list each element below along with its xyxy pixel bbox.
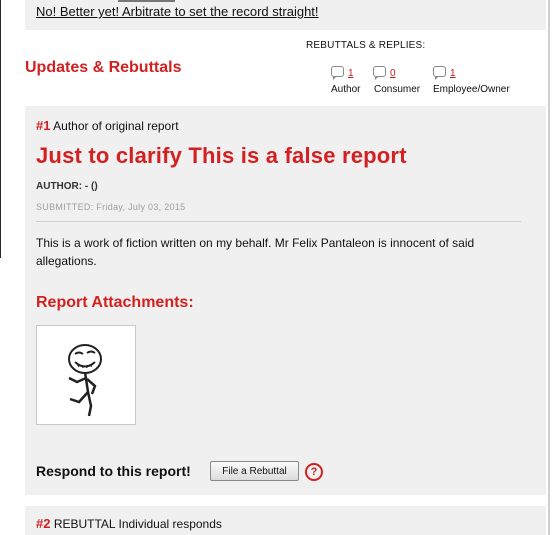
- next-report-number: #2: [36, 516, 51, 531]
- report-body: This is a work of fiction written on my …: [36, 236, 475, 268]
- speech-bubble-icon: [433, 66, 446, 80]
- consumer-count-label: Consumer: [374, 84, 421, 95]
- left-border: [0, 0, 1, 258]
- report-panel: #1 Author of original report Just to cla…: [25, 106, 546, 495]
- author-count-label: Author: [331, 84, 361, 95]
- arbitrate-panel: No! Better yet! Arbitrate to set the rec…: [25, 0, 546, 30]
- author-count-link[interactable]: 1: [348, 68, 354, 79]
- employee-count: 1: [433, 66, 456, 80]
- page-scroll-edge: [548, 0, 550, 535]
- next-report-panel: #2 REBUTTAL Individual responds: [25, 506, 546, 535]
- report-submitted: SUBMITTED: Friday, July 03, 2015: [36, 202, 186, 212]
- employee-count-label: Employee/Owner: [433, 84, 510, 95]
- report-title: Just to clarify This is a false report: [36, 143, 407, 168]
- employee-count-link[interactable]: 1: [450, 68, 456, 79]
- speech-bubble-icon: [331, 66, 344, 80]
- previous-link-underline: [118, 0, 175, 2]
- consumer-count-link[interactable]: 0: [390, 68, 396, 79]
- attachments-title: Report Attachments:: [36, 294, 194, 311]
- section-title: Updates & Rebuttals: [25, 59, 182, 76]
- rebuttals-replies-title: REBUTTALS & REPLIES:: [306, 40, 426, 51]
- divider: [36, 221, 521, 222]
- next-report-heading: #2 REBUTTAL Individual responds: [36, 516, 222, 531]
- report-author: AUTHOR: - (): [36, 181, 98, 192]
- file-rebuttal-button[interactable]: File a Rebuttal: [210, 461, 299, 481]
- report-role: Author of original report: [53, 119, 179, 133]
- help-circle-icon[interactable]: ?: [305, 463, 323, 481]
- report-number: #1: [36, 118, 51, 133]
- respond-prompt: Respond to this report!: [36, 463, 191, 479]
- next-report-role: REBUTTAL Individual responds: [53, 517, 222, 531]
- updates-header: REBUTTALS & REPLIES: Updates & Rebuttals…: [25, 30, 546, 106]
- arbitrate-link[interactable]: No! Better yet! Arbitrate to set the rec…: [36, 4, 319, 19]
- author-count: 1: [331, 66, 354, 80]
- consumer-count: 0: [373, 66, 396, 80]
- attachment-thumbnail[interactable]: [36, 325, 136, 425]
- speech-bubble-icon: [373, 66, 386, 80]
- report-heading: #1 Author of original report: [36, 118, 179, 133]
- stick-figure-image: [68, 344, 102, 417]
